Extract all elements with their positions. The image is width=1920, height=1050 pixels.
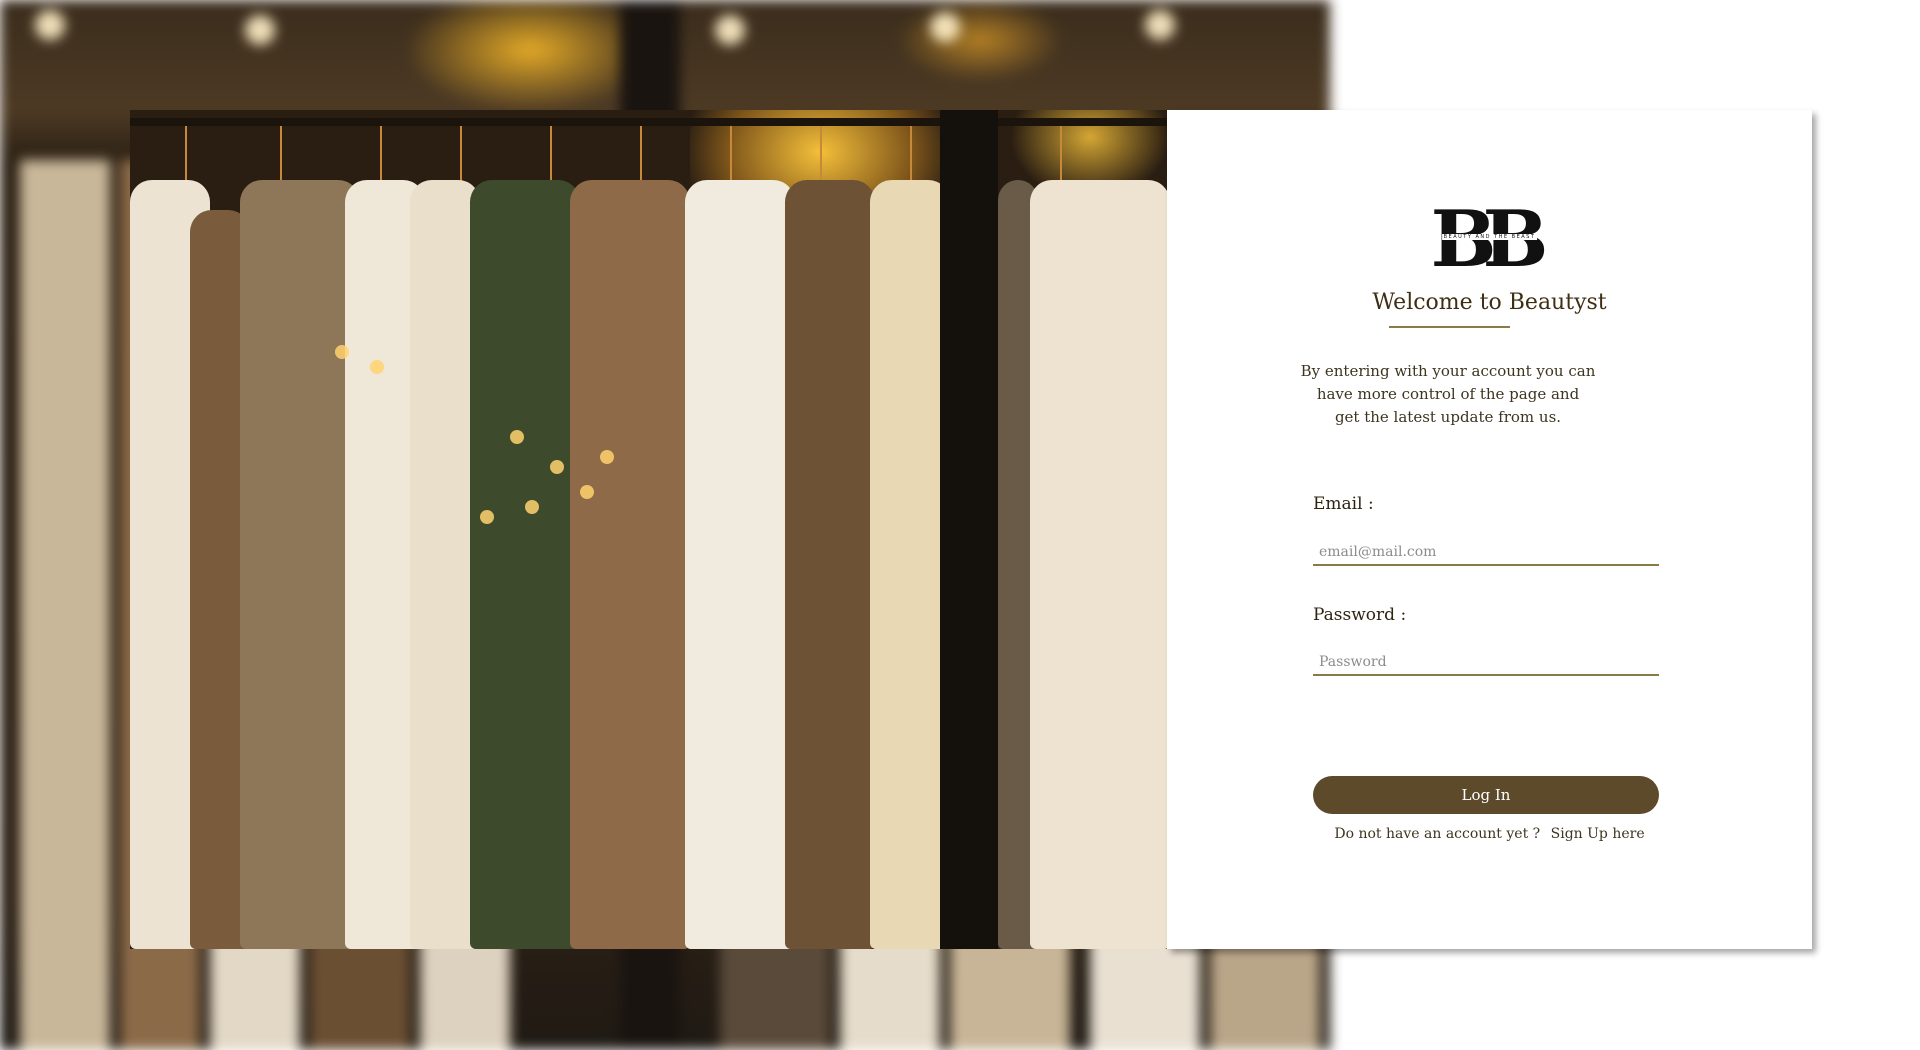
logo-tagline: BEAUTY AND THE BEAST — [1441, 234, 1538, 240]
password-field[interactable] — [1313, 650, 1659, 676]
email-field[interactable] — [1313, 540, 1659, 566]
password-label: Password : — [1313, 605, 1407, 625]
email-label: Email : — [1313, 494, 1374, 514]
logo-mark: BB — [1430, 194, 1549, 285]
title-divider — [1389, 326, 1510, 328]
intro-text: By entering with your account you can ha… — [1300, 362, 1596, 426]
signup-prompt-row: Do not have an account yet ? Sign Up her… — [1167, 826, 1812, 842]
clothing-rack-image — [130, 110, 1167, 949]
signup-link[interactable]: Sign Up here — [1551, 826, 1645, 842]
page-title: Welcome to Beautyst — [1372, 290, 1607, 315]
login-card: BB BEAUTY AND THE BEAST Welcome to Beaut… — [1167, 110, 1812, 949]
login-page: BB BEAUTY AND THE BEAST Welcome to Beaut… — [0, 0, 1920, 1050]
login-button[interactable]: Log In — [1313, 776, 1659, 814]
brand-logo: BB BEAUTY AND THE BEAST — [1167, 200, 1812, 280]
signup-prompt-text: Do not have an account yet ? — [1334, 826, 1541, 842]
